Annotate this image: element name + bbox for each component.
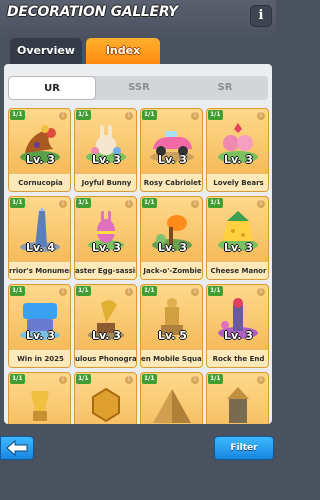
decoration-name: Rosy Cabriolet — [141, 173, 202, 191]
decoration-card[interactable]: 1/1 i Lv. 3 Rosy Cabriolet — [140, 108, 203, 192]
info-button[interactable]: i — [250, 5, 272, 27]
filter-button[interactable]: Filter — [214, 436, 274, 460]
back-button[interactable] — [0, 436, 34, 460]
decoration-card[interactable]: 1/1 i Lv. 3 Win in 2025 — [8, 284, 71, 368]
rarity-tab-sr[interactable]: SR — [182, 76, 268, 100]
decoration-name: Jack-o'-Zombie — [141, 261, 202, 279]
decoration-card[interactable]: 1/1 i Lv. 3 Cornucopia — [8, 108, 71, 192]
decoration-card[interactable]: 1/1 i Lv. 3 Joyful Bunny — [74, 108, 137, 192]
tab-overview[interactable]: Overview — [10, 38, 82, 64]
decoration-card[interactable]: 1/1 i Lv. 3 Jack-o'-Zombie — [140, 196, 203, 280]
level-label: Lv. 3 — [92, 241, 121, 254]
level-label: Lv. 3 — [92, 153, 121, 166]
level-label: Lv. 3 — [92, 329, 121, 342]
decoration-card[interactable]: 1/1 i — [140, 372, 203, 424]
decoration-name: en Mobile Squad — [141, 349, 202, 367]
decoration-name: Win in 2025 — [9, 349, 70, 367]
level-label: Lv. 3 — [158, 241, 187, 254]
gallery-panel: UR SSR SR 1/1 i Lv. 3 Cornucopia 1/1 i L… — [4, 64, 272, 424]
decoration-card[interactable]: 1/1 i Lv. 4 rrior's Monument — [8, 196, 71, 280]
level-label: Lv. 3 — [26, 153, 55, 166]
tab-bar: Overview Index — [0, 38, 276, 64]
decoration-name: rrior's Monument — [9, 261, 70, 279]
level-label: Lv. 3 — [158, 153, 187, 166]
title-bar: DECORATION GALLERY i — [0, 0, 276, 36]
level-label: Lv. 3 — [224, 153, 253, 166]
rarity-filter-bar: UR SSR SR — [8, 76, 268, 100]
arrow-left-icon — [6, 439, 28, 457]
decoration-card[interactable]: 1/1 i Lv. 3 ulous Phonograp — [74, 284, 137, 368]
decoration-card[interactable]: 1/1 i Lv. 3 Cheese Manor — [206, 196, 269, 280]
level-label: Lv. 3 — [224, 329, 253, 342]
decoration-name: Joyful Bunny — [75, 173, 136, 191]
emblem-icon — [92, 387, 120, 423]
rarity-tab-ssr[interactable]: SSR — [96, 76, 182, 100]
decoration-name: Lovely Bears — [207, 173, 268, 191]
pyramid-icon — [153, 389, 191, 423]
decoration-card[interactable]: 1/1 i — [206, 372, 269, 424]
decoration-name: Cornucopia — [9, 173, 70, 191]
page-title: DECORATION GALLERY — [7, 4, 178, 20]
level-label: Lv. 3 — [224, 241, 253, 254]
decoration-name: ulous Phonograp — [75, 349, 136, 367]
tower-icon — [227, 387, 249, 423]
decoration-card[interactable]: 1/1 i Lv. 3 Rock the End — [206, 284, 269, 368]
decoration-card[interactable]: 1/1 i — [8, 372, 71, 424]
level-label: Lv. 4 — [26, 241, 55, 254]
decoration-card[interactable]: 1/1 i — [74, 372, 137, 424]
rarity-tab-ur[interactable]: UR — [8, 76, 96, 100]
decoration-name: Rock the End — [207, 349, 268, 367]
gold-trophy-icon — [31, 391, 49, 421]
level-label: Lv. 5 — [158, 329, 187, 342]
level-label: Lv. 3 — [26, 329, 55, 342]
decoration-card[interactable]: 1/1 i Lv. 3 aster Egg-sassin — [74, 196, 137, 280]
tab-index[interactable]: Index — [86, 38, 160, 64]
decoration-name: Cheese Manor — [207, 261, 268, 279]
decoration-card[interactable]: 1/1 i Lv. 3 Lovely Bears — [206, 108, 269, 192]
decoration-card[interactable]: 1/1 i Lv. 5 en Mobile Squad — [140, 284, 203, 368]
decoration-name: aster Egg-sassin — [75, 261, 136, 279]
